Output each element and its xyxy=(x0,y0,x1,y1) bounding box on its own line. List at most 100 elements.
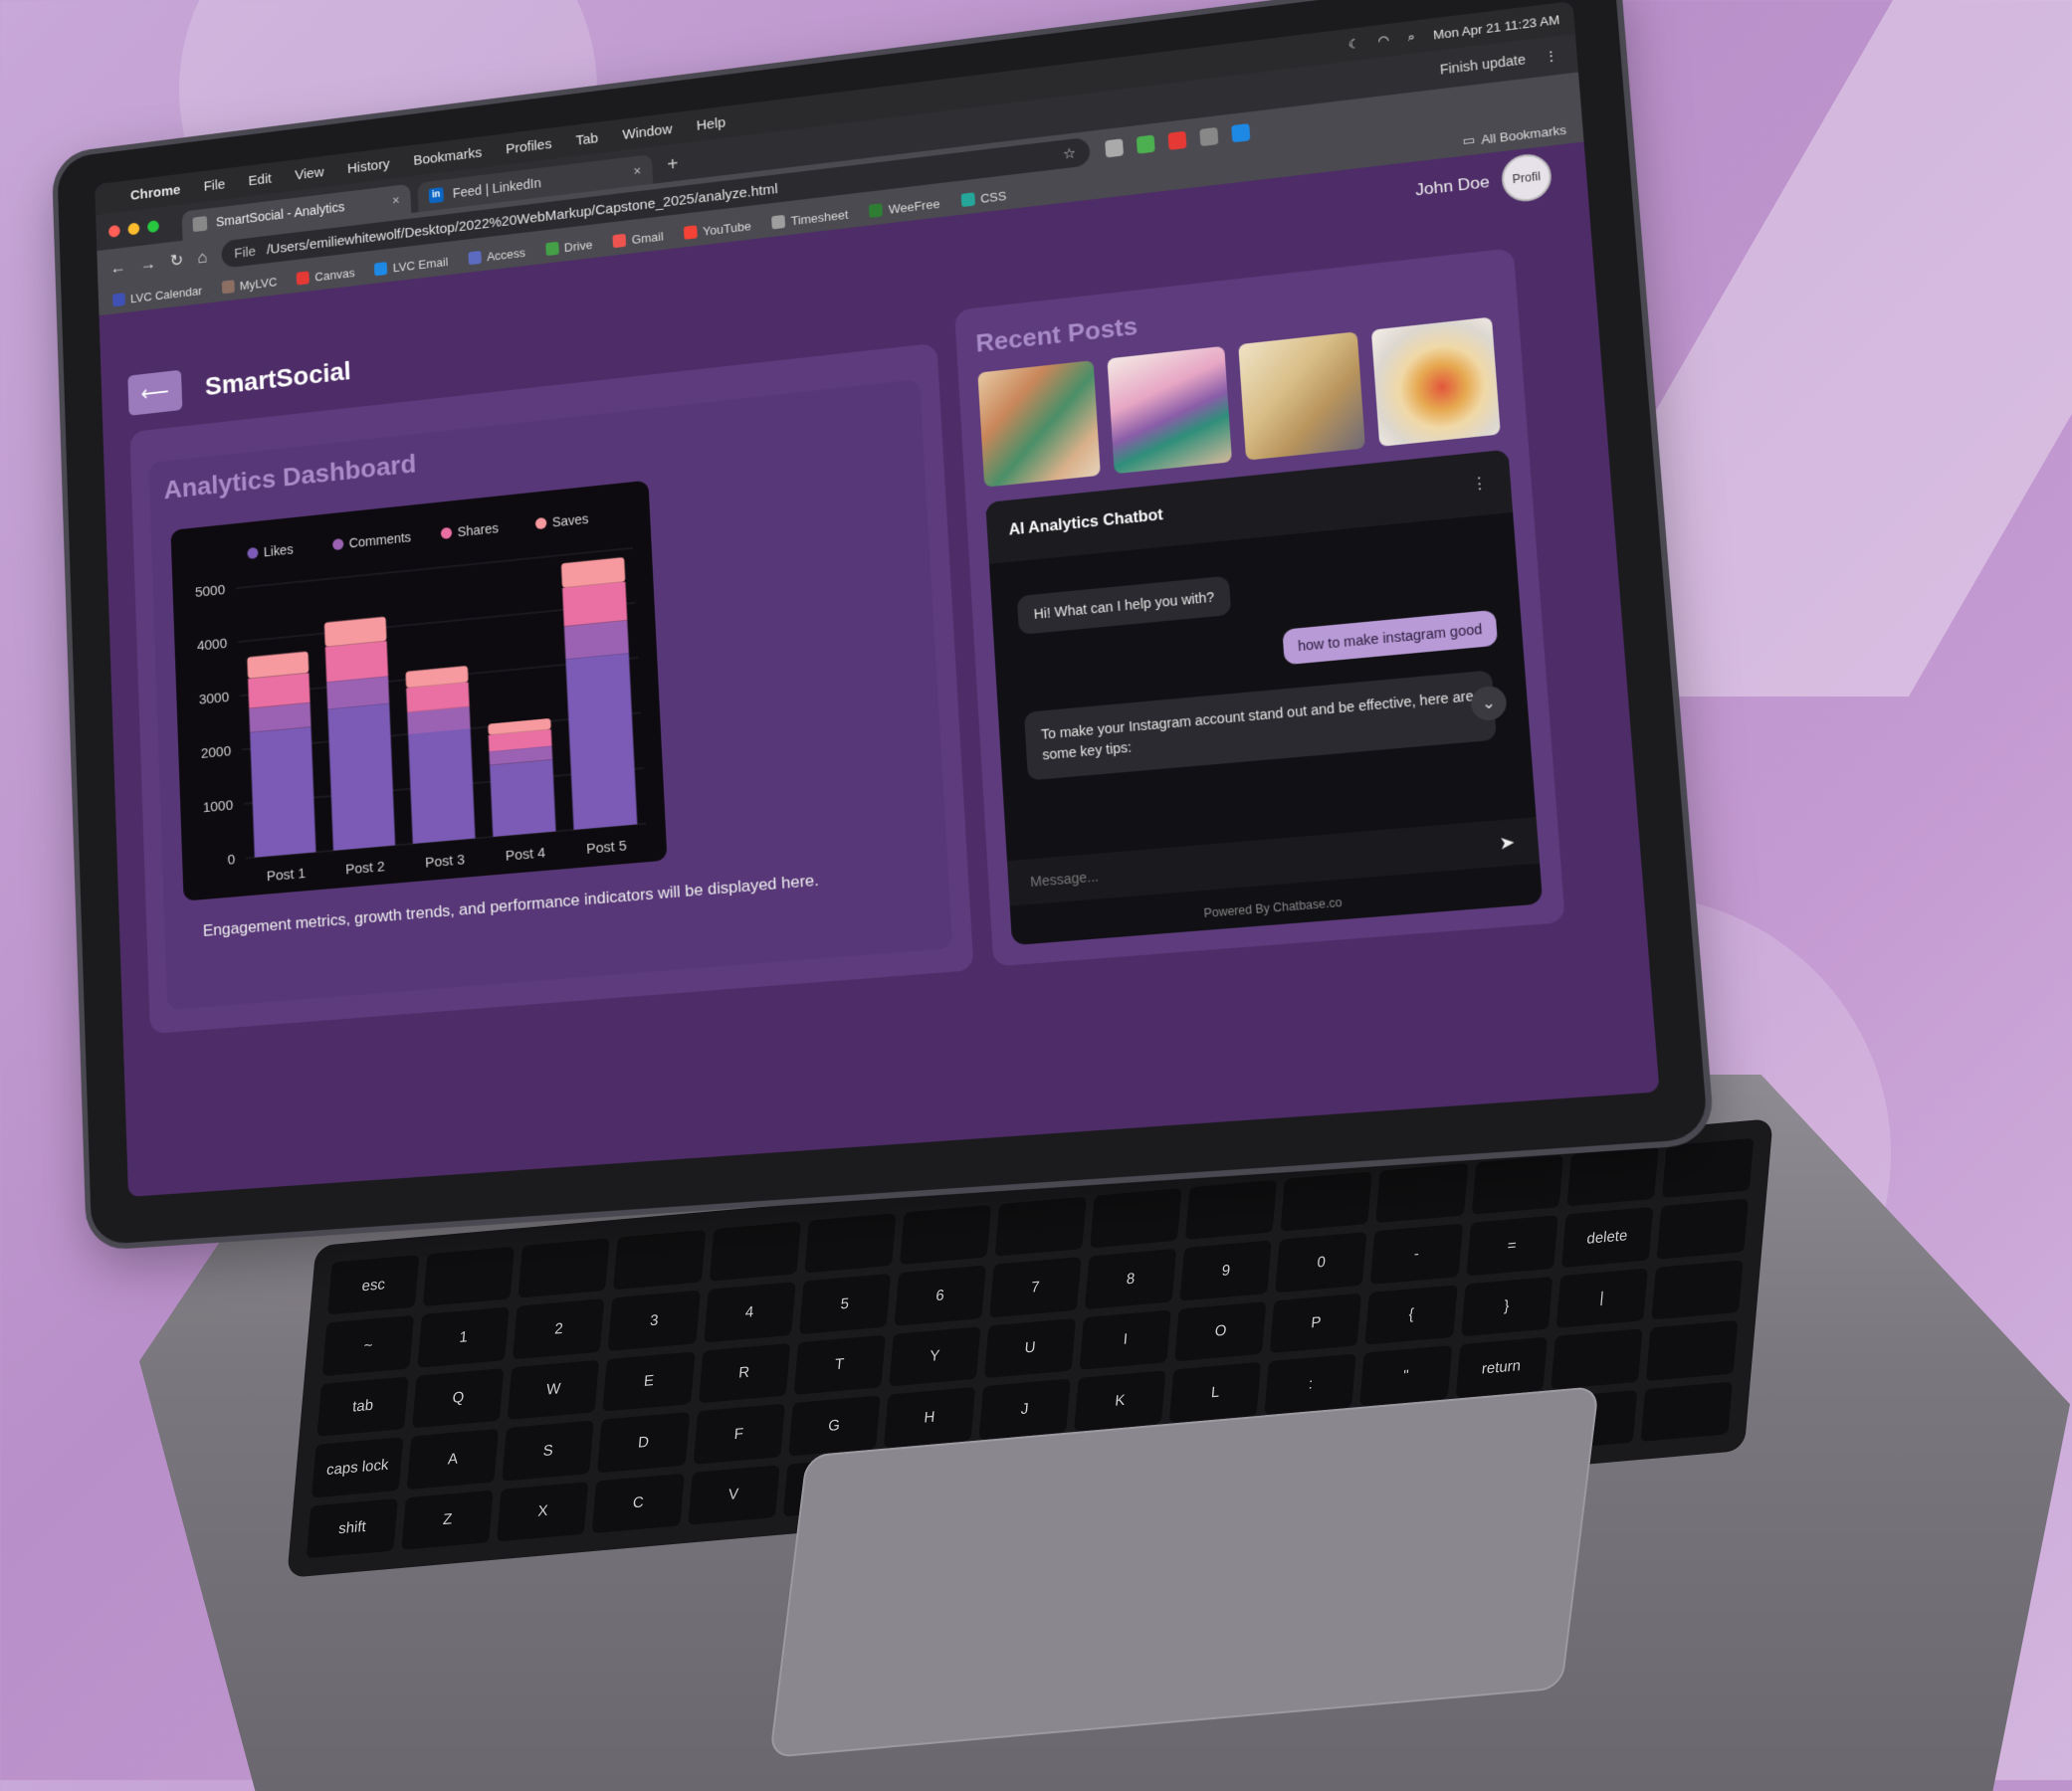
close-window-button[interactable] xyxy=(107,224,120,238)
menu-history[interactable]: History xyxy=(347,156,390,177)
bookmark-item[interactable]: Drive xyxy=(545,237,593,257)
finish-update-button[interactable]: Finish update xyxy=(1439,52,1526,78)
keyboard-key[interactable]: tab xyxy=(316,1376,409,1437)
maximize-window-button[interactable] xyxy=(146,219,159,233)
post-thumbnail[interactable] xyxy=(977,360,1101,488)
keyboard-key[interactable]: - xyxy=(1370,1224,1463,1285)
extension-icon[interactable] xyxy=(1167,130,1187,150)
menu-bookmarks[interactable]: Bookmarks xyxy=(413,144,483,168)
keyboard-key[interactable]: V xyxy=(687,1464,780,1525)
site-info-chip[interactable]: File xyxy=(234,243,256,261)
keyboard-key[interactable] xyxy=(613,1229,706,1291)
keyboard-key[interactable]: 3 xyxy=(608,1291,701,1351)
keyboard-key[interactable] xyxy=(422,1246,516,1307)
keyboard-key[interactable]: T xyxy=(793,1334,886,1396)
menu-help[interactable]: Help xyxy=(696,114,725,133)
bookmark-item[interactable]: Canvas xyxy=(297,265,355,286)
keyboard-key[interactable] xyxy=(803,1213,897,1274)
menu-profiles[interactable]: Profiles xyxy=(506,135,552,156)
keyboard-key[interactable] xyxy=(1280,1171,1373,1233)
keyboard-key[interactable]: = xyxy=(1465,1215,1558,1277)
keyboard-key[interactable] xyxy=(1566,1146,1659,1207)
keyboard-key[interactable] xyxy=(1375,1162,1468,1224)
menu-edit[interactable]: Edit xyxy=(248,170,272,188)
moon-icon[interactable]: ☾ xyxy=(1347,36,1360,53)
keyboard-key[interactable]: 2 xyxy=(513,1298,605,1360)
keyboard-key[interactable]: A xyxy=(406,1429,500,1490)
search-icon[interactable]: ⌕ xyxy=(1407,29,1416,45)
keyboard-key[interactable]: S xyxy=(502,1420,595,1482)
minimize-window-button[interactable] xyxy=(127,221,140,236)
menu-view[interactable]: View xyxy=(295,164,324,183)
menu-app-name[interactable]: Chrome xyxy=(130,182,181,204)
keyboard-key[interactable]: 1 xyxy=(417,1306,510,1368)
keyboard-key[interactable]: I xyxy=(1079,1309,1171,1370)
wifi-icon[interactable]: ◠ xyxy=(1377,33,1390,50)
keyboard-key[interactable] xyxy=(1651,1259,1744,1320)
keyboard-key[interactable]: K xyxy=(1074,1370,1166,1432)
keyboard-key[interactable]: 4 xyxy=(703,1282,796,1343)
back-button[interactable]: ⟵ xyxy=(127,369,183,416)
keyboard-key[interactable]: U xyxy=(983,1317,1077,1379)
close-tab-icon[interactable]: × xyxy=(633,163,641,179)
keyboard-key[interactable]: ~ xyxy=(321,1315,415,1376)
keyboard-key[interactable] xyxy=(1640,1381,1733,1442)
keyboard-key[interactable]: : xyxy=(1264,1353,1357,1415)
bookmark-item[interactable]: YouTube xyxy=(683,218,751,240)
keyboard-key[interactable]: 6 xyxy=(894,1265,986,1326)
keyboard-key[interactable]: E xyxy=(602,1351,696,1412)
keyboard-key[interactable]: C xyxy=(592,1473,685,1534)
user-menu[interactable]: John Doe Profil xyxy=(1414,151,1554,213)
extension-icon[interactable] xyxy=(1105,138,1125,158)
home-icon[interactable]: ⌂ xyxy=(197,247,207,267)
back-nav-icon[interactable]: ← xyxy=(109,257,126,278)
keyboard-key[interactable] xyxy=(1645,1320,1739,1381)
keyboard-key[interactable] xyxy=(1471,1154,1563,1216)
keyboard-key[interactable]: esc xyxy=(327,1255,420,1315)
avatar[interactable]: Profil xyxy=(1500,151,1554,204)
keyboard-key[interactable]: delete xyxy=(1560,1207,1654,1268)
bookmark-item[interactable]: Access xyxy=(468,245,525,266)
close-tab-icon[interactable]: × xyxy=(392,192,400,208)
chat-menu-icon[interactable]: ⋮ xyxy=(1471,474,1489,495)
keyboard-key[interactable] xyxy=(1656,1198,1749,1260)
keyboard-key[interactable] xyxy=(709,1221,801,1283)
keyboard-key[interactable]: shift xyxy=(306,1497,399,1559)
reload-icon[interactable]: ↻ xyxy=(170,250,184,271)
extension-icon[interactable] xyxy=(1199,126,1219,147)
bookmark-item[interactable]: WeeFree xyxy=(869,196,940,218)
keyboard-key[interactable]: " xyxy=(1359,1345,1452,1406)
keyboard-key[interactable] xyxy=(899,1204,992,1266)
keyboard-key[interactable]: 9 xyxy=(1179,1240,1273,1301)
bookmark-item[interactable]: CSS xyxy=(960,188,1007,208)
keyboard-key[interactable]: 0 xyxy=(1275,1232,1367,1294)
keyboard-key[interactable]: 5 xyxy=(798,1274,892,1334)
post-thumbnail[interactable] xyxy=(1370,316,1501,447)
keyboard-key[interactable]: H xyxy=(883,1387,976,1448)
keyboard-key[interactable]: } xyxy=(1460,1276,1554,1337)
keyboard-key[interactable]: 7 xyxy=(989,1257,1082,1318)
keyboard-key[interactable]: P xyxy=(1270,1293,1362,1354)
keyboard-key[interactable]: D xyxy=(597,1412,690,1473)
menu-file[interactable]: File xyxy=(203,176,225,194)
bookmark-item[interactable]: Gmail xyxy=(612,229,664,249)
keyboard-key[interactable]: F xyxy=(693,1403,785,1465)
keyboard-key[interactable]: | xyxy=(1555,1268,1648,1329)
keyboard-key[interactable]: Y xyxy=(889,1326,981,1387)
keyboard-key[interactable]: W xyxy=(507,1359,600,1421)
extension-icon[interactable] xyxy=(1231,123,1251,143)
send-icon[interactable]: ➤ xyxy=(1499,832,1516,855)
menu-window[interactable]: Window xyxy=(622,120,673,142)
extension-icon[interactable] xyxy=(1136,134,1155,154)
keyboard-key[interactable]: 8 xyxy=(1084,1249,1177,1309)
keyboard-key[interactable]: Z xyxy=(401,1490,494,1550)
forward-nav-icon[interactable]: → xyxy=(139,254,156,275)
keyboard-key[interactable] xyxy=(1551,1328,1643,1390)
keyboard-key[interactable] xyxy=(1090,1188,1182,1249)
keyboard-key[interactable]: O xyxy=(1174,1300,1267,1362)
keyboard-key[interactable]: J xyxy=(978,1378,1071,1440)
keyboard-key[interactable]: return xyxy=(1455,1336,1548,1398)
post-thumbnail[interactable] xyxy=(1107,345,1233,475)
keyboard-key[interactable]: G xyxy=(787,1395,881,1457)
keyboard-key[interactable]: R xyxy=(698,1342,790,1404)
